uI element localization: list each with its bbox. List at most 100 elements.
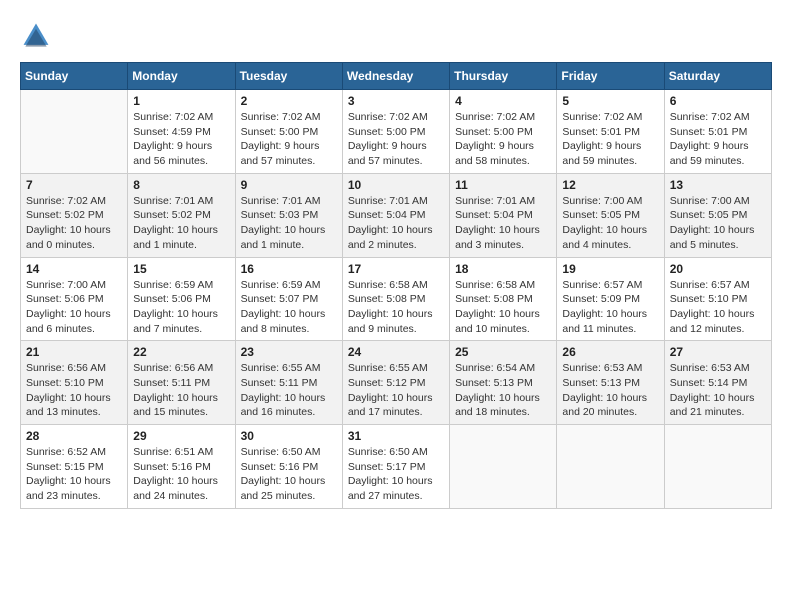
day-number: 13 [670,178,766,192]
day-info: Sunrise: 7:00 AM Sunset: 5:06 PM Dayligh… [26,278,122,337]
day-info: Sunrise: 7:00 AM Sunset: 5:05 PM Dayligh… [670,194,766,253]
day-number: 27 [670,345,766,359]
calendar-cell: 27Sunrise: 6:53 AM Sunset: 5:14 PM Dayli… [664,341,771,425]
day-number: 26 [562,345,658,359]
day-info: Sunrise: 6:50 AM Sunset: 5:17 PM Dayligh… [348,445,444,504]
calendar-cell: 22 Sunrise: 6:56 AM Sunset: 5:11 PM Dayli… [128,341,235,425]
day-info: Sunrise: 7:01 AM Sunset: 5:04 PM Dayligh… [348,194,444,253]
logo [20,20,54,52]
day-info: Sunrise: 6:53 AM Sunset: 5:13 PM Dayligh… [562,361,658,420]
day-number: 10 [348,178,444,192]
day-info: Sunrise: 6:59 AM Sunset: 5:07 PM Dayligh… [241,278,337,337]
day-info: Sunrise: 6:55 AM Sunset: 5:12 PM Dayligh… [348,361,444,420]
calendar-cell: 11 Sunrise: 7:01 AM Sunset: 5:04 PM Dayli… [450,173,557,257]
calendar-cell: 15 Sunrise: 6:59 AM Sunset: 5:06 PM Dayli… [128,257,235,341]
day-info: Sunrise: 7:01 AM Sunset: 5:04 PM Dayligh… [455,194,551,253]
day-info: Sunrise: 7:02 AM Sunset: 5:01 PM Dayligh… [670,110,766,169]
calendar-cell: 7 Sunrise: 7:02 AM Sunset: 5:02 PM Daylig… [21,173,128,257]
calendar-cell: 19 Sunrise: 6:57 AM Sunset: 5:09 PM Dayli… [557,257,664,341]
calendar-cell: 16 Sunrise: 6:59 AM Sunset: 5:07 PM Dayli… [235,257,342,341]
calendar-cell: 1Sunrise: 7:02 AM Sunset: 4:59 PM Daylig… [128,90,235,174]
day-info: Sunrise: 6:55 AM Sunset: 5:11 PM Dayligh… [241,361,337,420]
day-number: 19 [562,262,658,276]
calendar-cell: 5 Sunrise: 7:02 AM Sunset: 5:01 PM Daylig… [557,90,664,174]
day-info: Sunrise: 6:58 AM Sunset: 5:08 PM Dayligh… [455,278,551,337]
day-info: Sunrise: 6:56 AM Sunset: 5:10 PM Dayligh… [26,361,122,420]
day-number: 4 [455,94,551,108]
day-number: 29 [133,429,229,443]
calendar-table: SundayMondayTuesdayWednesdayThursdayFrid… [20,62,772,509]
calendar-week-row: 14 Sunrise: 7:00 AM Sunset: 5:06 PM Dayli… [21,257,772,341]
day-info: Sunrise: 7:02 AM Sunset: 5:00 PM Dayligh… [241,110,337,169]
column-header-saturday: Saturday [664,63,771,90]
day-number: 12 [562,178,658,192]
day-number: 20 [670,262,766,276]
day-number: 30 [241,429,337,443]
day-number: 14 [26,262,122,276]
calendar-cell: 31 Sunrise: 6:50 AM Sunset: 5:17 PM Dayli… [342,425,449,509]
day-info: Sunrise: 7:02 AM Sunset: 4:59 PM Dayligh… [133,110,229,169]
day-info: Sunrise: 6:52 AM Sunset: 5:15 PM Dayligh… [26,445,122,504]
calendar-cell [450,425,557,509]
day-number: 28 [26,429,122,443]
column-header-tuesday: Tuesday [235,63,342,90]
calendar-cell: 17Sunrise: 6:58 AM Sunset: 5:08 PM Dayli… [342,257,449,341]
calendar-cell: 24 Sunrise: 6:55 AM Sunset: 5:12 PM Dayli… [342,341,449,425]
calendar-cell: 2 Sunrise: 7:02 AM Sunset: 5:00 PM Daylig… [235,90,342,174]
calendar-cell: 25Sunrise: 6:54 AM Sunset: 5:13 PM Dayli… [450,341,557,425]
day-number: 7 [26,178,122,192]
calendar-cell: 10 Sunrise: 7:01 AM Sunset: 5:04 PM Dayli… [342,173,449,257]
calendar-cell: 26 Sunrise: 6:53 AM Sunset: 5:13 PM Dayli… [557,341,664,425]
column-header-monday: Monday [128,63,235,90]
calendar-cell: 21Sunrise: 6:56 AM Sunset: 5:10 PM Dayli… [21,341,128,425]
day-number: 3 [348,94,444,108]
calendar-cell: 4 Sunrise: 7:02 AM Sunset: 5:00 PM Daylig… [450,90,557,174]
day-number: 9 [241,178,337,192]
day-number: 23 [241,345,337,359]
day-info: Sunrise: 7:01 AM Sunset: 5:02 PM Dayligh… [133,194,229,253]
calendar-cell: 14 Sunrise: 7:00 AM Sunset: 5:06 PM Dayli… [21,257,128,341]
day-info: Sunrise: 6:56 AM Sunset: 5:11 PM Dayligh… [133,361,229,420]
calendar-cell: 30 Sunrise: 6:50 AM Sunset: 5:16 PM Dayli… [235,425,342,509]
day-number: 8 [133,178,229,192]
day-info: Sunrise: 6:57 AM Sunset: 5:10 PM Dayligh… [670,278,766,337]
calendar-cell: 6 Sunrise: 7:02 AM Sunset: 5:01 PM Daylig… [664,90,771,174]
day-info: Sunrise: 7:02 AM Sunset: 5:00 PM Dayligh… [348,110,444,169]
calendar-week-row: 21Sunrise: 6:56 AM Sunset: 5:10 PM Dayli… [21,341,772,425]
calendar-cell [21,90,128,174]
column-header-thursday: Thursday [450,63,557,90]
calendar-header-row: SundayMondayTuesdayWednesdayThursdayFrid… [21,63,772,90]
calendar-cell: 13 Sunrise: 7:00 AM Sunset: 5:05 PM Dayli… [664,173,771,257]
day-number: 22 [133,345,229,359]
day-info: Sunrise: 6:57 AM Sunset: 5:09 PM Dayligh… [562,278,658,337]
day-info: Sunrise: 6:51 AM Sunset: 5:16 PM Dayligh… [133,445,229,504]
day-number: 11 [455,178,551,192]
calendar-cell: 23 Sunrise: 6:55 AM Sunset: 5:11 PM Dayli… [235,341,342,425]
day-info: Sunrise: 6:59 AM Sunset: 5:06 PM Dayligh… [133,278,229,337]
day-info: Sunrise: 7:02 AM Sunset: 5:01 PM Dayligh… [562,110,658,169]
calendar-week-row: 28 Sunrise: 6:52 AM Sunset: 5:15 PM Dayli… [21,425,772,509]
calendar-cell: 9 Sunrise: 7:01 AM Sunset: 5:03 PM Daylig… [235,173,342,257]
day-number: 2 [241,94,337,108]
day-info: Sunrise: 6:50 AM Sunset: 5:16 PM Dayligh… [241,445,337,504]
day-number: 5 [562,94,658,108]
column-header-friday: Friday [557,63,664,90]
day-info: Sunrise: 7:02 AM Sunset: 5:00 PM Dayligh… [455,110,551,169]
day-number: 15 [133,262,229,276]
calendar-cell: 8 Sunrise: 7:01 AM Sunset: 5:02 PM Daylig… [128,173,235,257]
day-info: Sunrise: 7:02 AM Sunset: 5:02 PM Dayligh… [26,194,122,253]
calendar-cell [664,425,771,509]
calendar-cell: 12Sunrise: 7:00 AM Sunset: 5:05 PM Dayli… [557,173,664,257]
day-info: Sunrise: 7:01 AM Sunset: 5:03 PM Dayligh… [241,194,337,253]
day-number: 16 [241,262,337,276]
day-number: 25 [455,345,551,359]
day-number: 24 [348,345,444,359]
calendar-cell [557,425,664,509]
day-number: 6 [670,94,766,108]
page-header [20,20,772,52]
calendar-week-row: 7 Sunrise: 7:02 AM Sunset: 5:02 PM Daylig… [21,173,772,257]
calendar-cell: 20 Sunrise: 6:57 AM Sunset: 5:10 PM Dayli… [664,257,771,341]
day-number: 31 [348,429,444,443]
calendar-cell: 29 Sunrise: 6:51 AM Sunset: 5:16 PM Dayli… [128,425,235,509]
calendar-week-row: 1Sunrise: 7:02 AM Sunset: 4:59 PM Daylig… [21,90,772,174]
